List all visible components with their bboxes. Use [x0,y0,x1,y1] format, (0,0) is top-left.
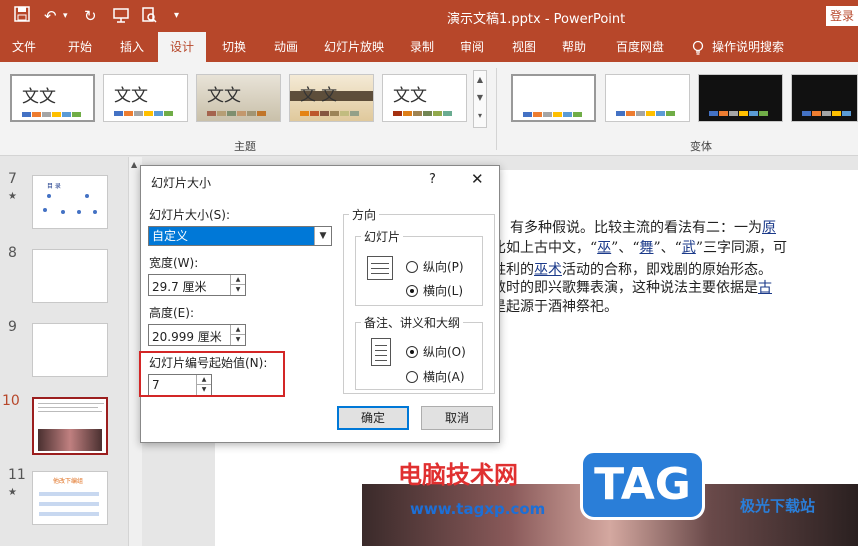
variant-thumb-1[interactable] [511,74,596,122]
tell-me-search[interactable]: 操作说明搜索 [712,32,796,62]
tab-record[interactable]: 录制 [400,32,444,62]
theme-gallery-scroll[interactable]: ▲ ▼ ▾ [473,70,487,128]
login-button[interactable]: 登录 [826,6,858,26]
theme-thumb-2[interactable]: 文文 [103,74,188,122]
tab-transitions[interactable]: 切换 [210,32,258,62]
star-icon: ★ [8,487,17,498]
slide-text-line-5: 是起源于酒神祭祀。 [492,299,618,315]
undo-icon[interactable]: ↶ [44,6,57,26]
cancel-button[interactable]: 取消 [421,406,493,430]
width-label: 宽度(W): [149,256,199,270]
slide-number: 9 [8,319,17,335]
slide-size-label: 幻灯片大小(S): [149,208,231,222]
height-label: 高度(E): [149,306,194,320]
tab-insert[interactable]: 插入 [108,32,156,62]
slide-number: 7 [8,171,17,187]
help-icon[interactable]: ? [429,172,436,187]
themes-group-label: 主题 [234,140,256,153]
theme-thumb-4[interactable]: 文 文 [289,74,374,122]
preview-icon[interactable] [140,6,158,29]
tab-review[interactable]: 审阅 [450,32,494,62]
save-icon[interactable] [14,6,30,27]
slide-number: 10 [2,393,20,409]
slide-number: 11 [8,467,26,483]
spin-down-icon[interactable]: ▼ [230,285,245,295]
ribbon-design: 文文 文文 文文 文 文 文文 ▲ ▼ ▾ 主题 变体 [0,62,858,156]
tab-animations[interactable]: 动画 [262,32,310,62]
slide-text-line-3: 胜利的巫术活动的合称，即戏剧的原始形态。 [492,262,772,278]
thumb-dots [41,192,101,222]
watermark-tag-logo: TAG [580,450,705,520]
watermark-text: 电脑技术网 [398,461,518,489]
tab-design[interactable]: 设计 [158,32,206,62]
variant-thumb-4[interactable] [791,74,858,122]
slideshow-icon[interactable] [112,6,130,29]
notes-portrait-radio[interactable]: 纵向(O) [406,343,466,360]
slide-thumbnail-panel: 7 ★ 目 录 8 9 10 11 ★ 他改下编组 [0,157,128,546]
slide-text-line-4: 数时的即兴歌舞表演，这种说法主要依据是古 [492,280,772,296]
tab-home[interactable]: 开始 [56,32,104,62]
slides-group-label: 幻灯片 [361,228,404,245]
star-icon: ★ [8,191,17,202]
undo-dropdown-icon[interactable]: ▾ [63,6,68,26]
notes-group-label: 备注、讲义和大纲 [361,314,464,331]
annotation-highlight-box [139,351,285,397]
scroll-up-icon[interactable]: ▲ [474,71,486,89]
tab-help[interactable]: 帮助 [552,32,596,62]
slides-portrait-radio[interactable]: 纵向(P) [406,258,464,275]
close-icon[interactable]: ✕ [471,170,484,188]
thumb-image [38,429,102,451]
slide-size-select[interactable]: 自定义 ▼ [148,226,332,246]
tab-baidu-netdisk[interactable]: 百度网盘 [608,32,672,62]
spin-up-icon[interactable]: ▲ [230,275,245,285]
slide-thumb-11[interactable]: 他改下编组 [32,471,108,525]
slide-text-line-2: 比如上古中文，“巫”、“舞”、“武”三字同源，可 [492,240,787,256]
lightbulb-icon [688,32,708,62]
watermark-url: www.tagxp.com [410,500,546,518]
title-bar: ↶ ▾ ↻ ▾ 演示文稿1.pptx - PowerPoint 登录 [0,0,858,32]
dialog-title: 幻灯片大小 [151,176,212,190]
scroll-up-icon[interactable]: ▲ [131,160,137,169]
tab-view[interactable]: 视图 [502,32,546,62]
more-icon[interactable]: ▾ [474,107,486,125]
landscape-page-icon [367,256,393,280]
watermark-corner: 极光下载站 [740,497,816,515]
variants-group-label: 变体 [690,140,712,153]
chevron-down-icon[interactable]: ▼ [314,227,331,245]
slides-landscape-radio[interactable]: 横向(L) [406,282,463,299]
slide-size-dialog: 幻灯片大小 ? ✕ 幻灯片大小(S): 自定义 ▼ 宽度(W): 29.7 厘米… [140,165,500,443]
theme-thumb-office[interactable]: 文文 [10,74,95,122]
notes-landscape-radio[interactable]: 横向(A) [406,368,465,385]
theme-thumb-3[interactable]: 文文 [196,74,281,122]
scroll-down-icon[interactable]: ▼ [474,89,486,107]
slide-thumb-9[interactable] [32,323,108,377]
slide-thumb-10[interactable] [32,397,108,455]
orientation-label: 方向 [349,206,380,223]
height-input[interactable]: 20.999 厘米 ▲ ▼ [148,324,246,346]
slide-thumb-8[interactable] [32,249,108,303]
customize-qat-icon[interactable]: ▾ [174,6,179,26]
group-separator [496,68,497,150]
slide-number: 8 [8,245,17,261]
window-title: 演示文稿1.pptx - PowerPoint [447,12,626,27]
width-input[interactable]: 29.7 厘米 ▲ ▼ [148,274,246,296]
ribbon-tabs: 文件 开始 插入 设计 切换 动画 幻灯片放映 录制 审阅 视图 帮助 百度网盘… [0,32,858,62]
spin-up-icon[interactable]: ▲ [230,325,245,335]
slide-text-line-1: 有多种假说。比较主流的看法有二：一为原 [510,220,776,236]
variant-thumb-2[interactable] [605,74,690,122]
portrait-page-icon [371,338,391,366]
variant-thumb-3[interactable] [698,74,783,122]
tab-slideshow[interactable]: 幻灯片放映 [316,32,392,62]
theme-thumb-5[interactable]: 文文 [382,74,467,122]
spin-down-icon[interactable]: ▼ [230,335,245,345]
ok-button[interactable]: 确定 [337,406,409,430]
tab-file[interactable]: 文件 [0,32,48,62]
slide-thumb-7[interactable]: 目 录 [32,175,108,229]
redo-icon[interactable]: ↻ [84,6,97,26]
